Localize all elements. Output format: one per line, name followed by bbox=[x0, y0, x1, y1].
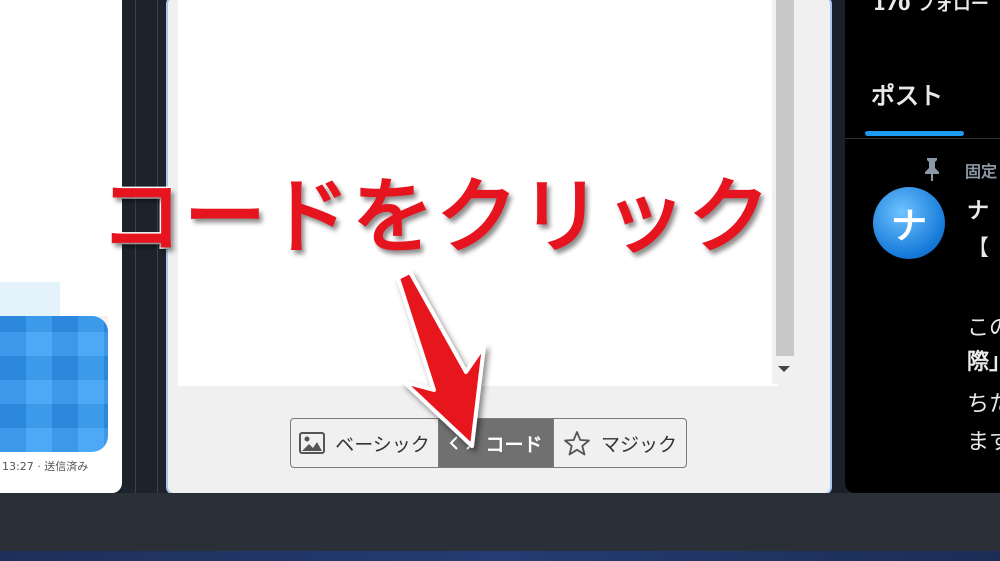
post-text-line: この bbox=[967, 316, 1000, 341]
scrollbar-thumb[interactable] bbox=[776, 0, 794, 356]
image-icon bbox=[299, 432, 326, 454]
pinned-label: 固定 bbox=[965, 162, 998, 181]
post-title-fragment: 【 bbox=[967, 236, 990, 261]
post-text-line: ます bbox=[967, 430, 1000, 455]
message-timestamp: 13:27 · 送信済み bbox=[2, 460, 89, 473]
active-tab-indicator bbox=[865, 131, 964, 136]
follow-count[interactable]: 170 フォロー bbox=[873, 0, 989, 16]
magic-mode-label: マジック bbox=[600, 433, 677, 456]
basic-mode-button[interactable]: ベーシック bbox=[291, 419, 439, 467]
tab-posts[interactable]: ポスト bbox=[871, 76, 943, 111]
star-icon bbox=[563, 430, 591, 456]
avatar-letter: ナ bbox=[890, 206, 927, 247]
editor-mode-toggle: ベーシック コード マジック bbox=[290, 418, 687, 468]
profile-panel: 170 フォロー ポスト 固定 ナ ナ 【 この 際」 ちた ます bbox=[845, 0, 1000, 493]
avatar[interactable]: ナ bbox=[873, 187, 945, 259]
pin-icon bbox=[921, 156, 943, 186]
magic-mode-button[interactable]: マジック bbox=[553, 419, 686, 467]
code-mode-button[interactable]: コード bbox=[439, 419, 553, 467]
author-name[interactable]: ナ bbox=[967, 193, 989, 225]
scroll-down-arrow-icon[interactable] bbox=[778, 366, 790, 372]
tab-divider bbox=[845, 138, 1000, 139]
post-text-line: ちた bbox=[967, 392, 1000, 417]
blurred-content bbox=[0, 282, 60, 316]
taskbar-edge bbox=[0, 551, 1000, 561]
basic-mode-label: ベーシック bbox=[335, 433, 430, 456]
message-bubble bbox=[0, 316, 108, 452]
annotation-label: コードをクリック bbox=[98, 169, 773, 267]
code-mode-label: コード bbox=[485, 433, 543, 456]
code-brackets-icon bbox=[449, 435, 475, 451]
post-text-line: 際」 bbox=[967, 350, 1000, 375]
